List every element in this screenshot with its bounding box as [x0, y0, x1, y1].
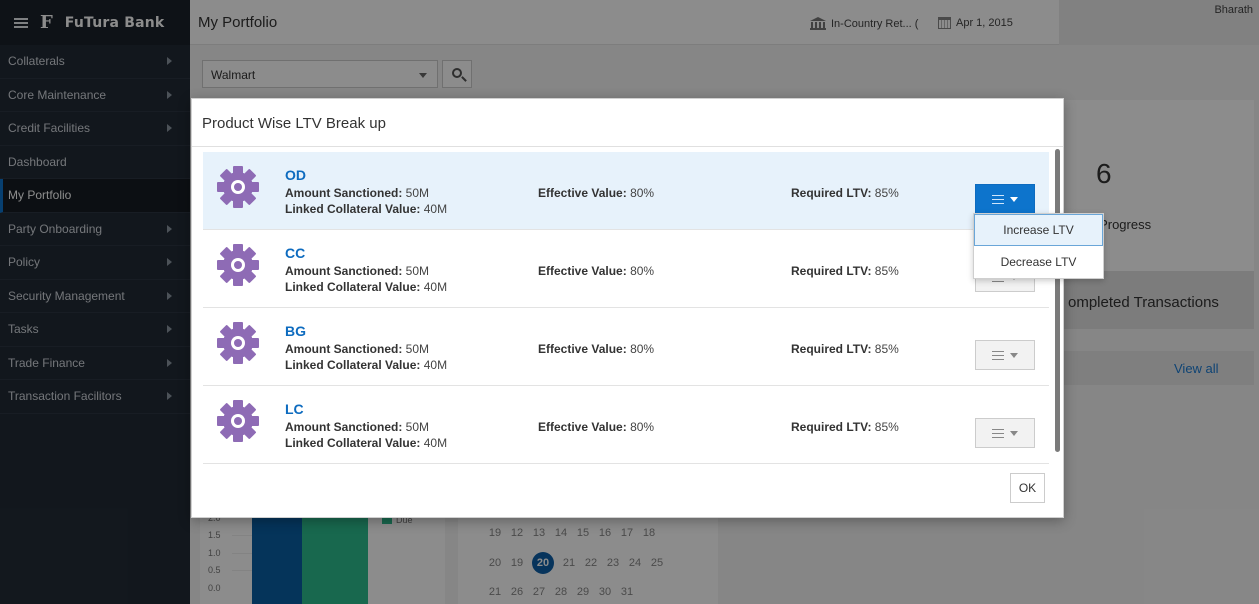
- row-action-menu: Increase LTV Decrease LTV: [973, 213, 1104, 279]
- required-ltv: Required LTV: 85%: [791, 186, 899, 200]
- caret-down-icon: [1010, 196, 1018, 202]
- product-row-od[interactable]: OD Amount Sanctioned: 50M Linked Collate…: [203, 152, 1049, 230]
- menu-lines-icon: [992, 350, 1004, 360]
- modal-scrollbar[interactable]: [1055, 149, 1060, 452]
- linked-collateral-value: Linked Collateral Value: 40M: [285, 280, 448, 294]
- caret-down-icon: [1010, 352, 1018, 358]
- row-actions-button[interactable]: [975, 184, 1035, 214]
- required-ltv: Required LTV: 85%: [791, 264, 899, 278]
- gear-icon: [217, 166, 259, 208]
- amount-sanctioned: Amount Sanctioned: 50M: [285, 186, 430, 200]
- effective-value: Effective Value: 80%: [538, 264, 655, 278]
- caret-down-icon: [1010, 430, 1018, 436]
- ltv-breakup-modal: Product Wise LTV Break up OD Amount Sanc…: [191, 98, 1064, 518]
- product-row-lc[interactable]: LC Amount Sanctioned: 50M Linked Collate…: [203, 386, 1049, 464]
- amount-sanctioned: Amount Sanctioned: 50M: [285, 342, 430, 356]
- modal-title: Product Wise LTV Break up: [192, 99, 1063, 147]
- effective-value: Effective Value: 80%: [538, 342, 655, 356]
- product-list: OD Amount Sanctioned: 50M Linked Collate…: [203, 152, 1049, 464]
- amount-sanctioned: Amount Sanctioned: 50M: [285, 420, 430, 434]
- menu-lines-icon: [992, 194, 1004, 204]
- linked-collateral-value: Linked Collateral Value: 40M: [285, 436, 448, 450]
- effective-value: Effective Value: 80%: [538, 420, 655, 434]
- product-code: CC: [285, 245, 306, 261]
- effective-value: Effective Value: 80%: [538, 186, 655, 200]
- menu-lines-icon: [992, 428, 1004, 438]
- gear-icon: [217, 244, 259, 286]
- row-actions-button[interactable]: [975, 418, 1035, 448]
- gear-icon: [217, 400, 259, 442]
- amount-sanctioned: Amount Sanctioned: 50M: [285, 264, 430, 278]
- product-row-bg[interactable]: BG Amount Sanctioned: 50M Linked Collate…: [203, 308, 1049, 386]
- product-row-cc[interactable]: CC Amount Sanctioned: 50M Linked Collate…: [203, 230, 1049, 308]
- row-actions-button[interactable]: [975, 340, 1035, 370]
- menu-item-increase-ltv[interactable]: Increase LTV: [974, 214, 1103, 246]
- product-code: OD: [285, 167, 306, 183]
- linked-collateral-value: Linked Collateral Value: 40M: [285, 202, 448, 216]
- linked-collateral-value: Linked Collateral Value: 40M: [285, 358, 448, 372]
- product-code: LC: [285, 401, 304, 417]
- menu-item-decrease-ltv[interactable]: Decrease LTV: [974, 246, 1103, 278]
- gear-icon: [217, 322, 259, 364]
- required-ltv: Required LTV: 85%: [791, 420, 899, 434]
- product-code: BG: [285, 323, 306, 339]
- ok-button[interactable]: OK: [1010, 473, 1045, 503]
- required-ltv: Required LTV: 85%: [791, 342, 899, 356]
